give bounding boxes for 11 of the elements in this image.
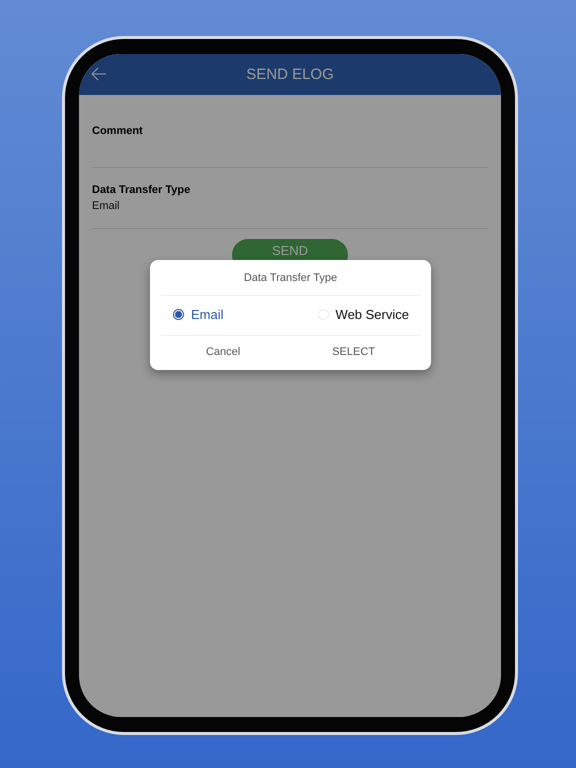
page-title: SEND ELOG [246, 66, 334, 83]
dialog-title: Data Transfer Type [160, 260, 421, 296]
back-icon[interactable] [91, 67, 107, 81]
option-label[interactable]: Email [191, 307, 224, 322]
option-label[interactable]: Web Service [336, 307, 409, 322]
radio-button[interactable] [173, 309, 184, 320]
field-label: Data Transfer Type [92, 184, 192, 196]
field-label: Comment [92, 125, 144, 137]
cancel-button[interactable]: Cancel [200, 344, 246, 360]
field-value: Email [92, 200, 121, 212]
select-button[interactable]: SELECT [326, 344, 381, 360]
